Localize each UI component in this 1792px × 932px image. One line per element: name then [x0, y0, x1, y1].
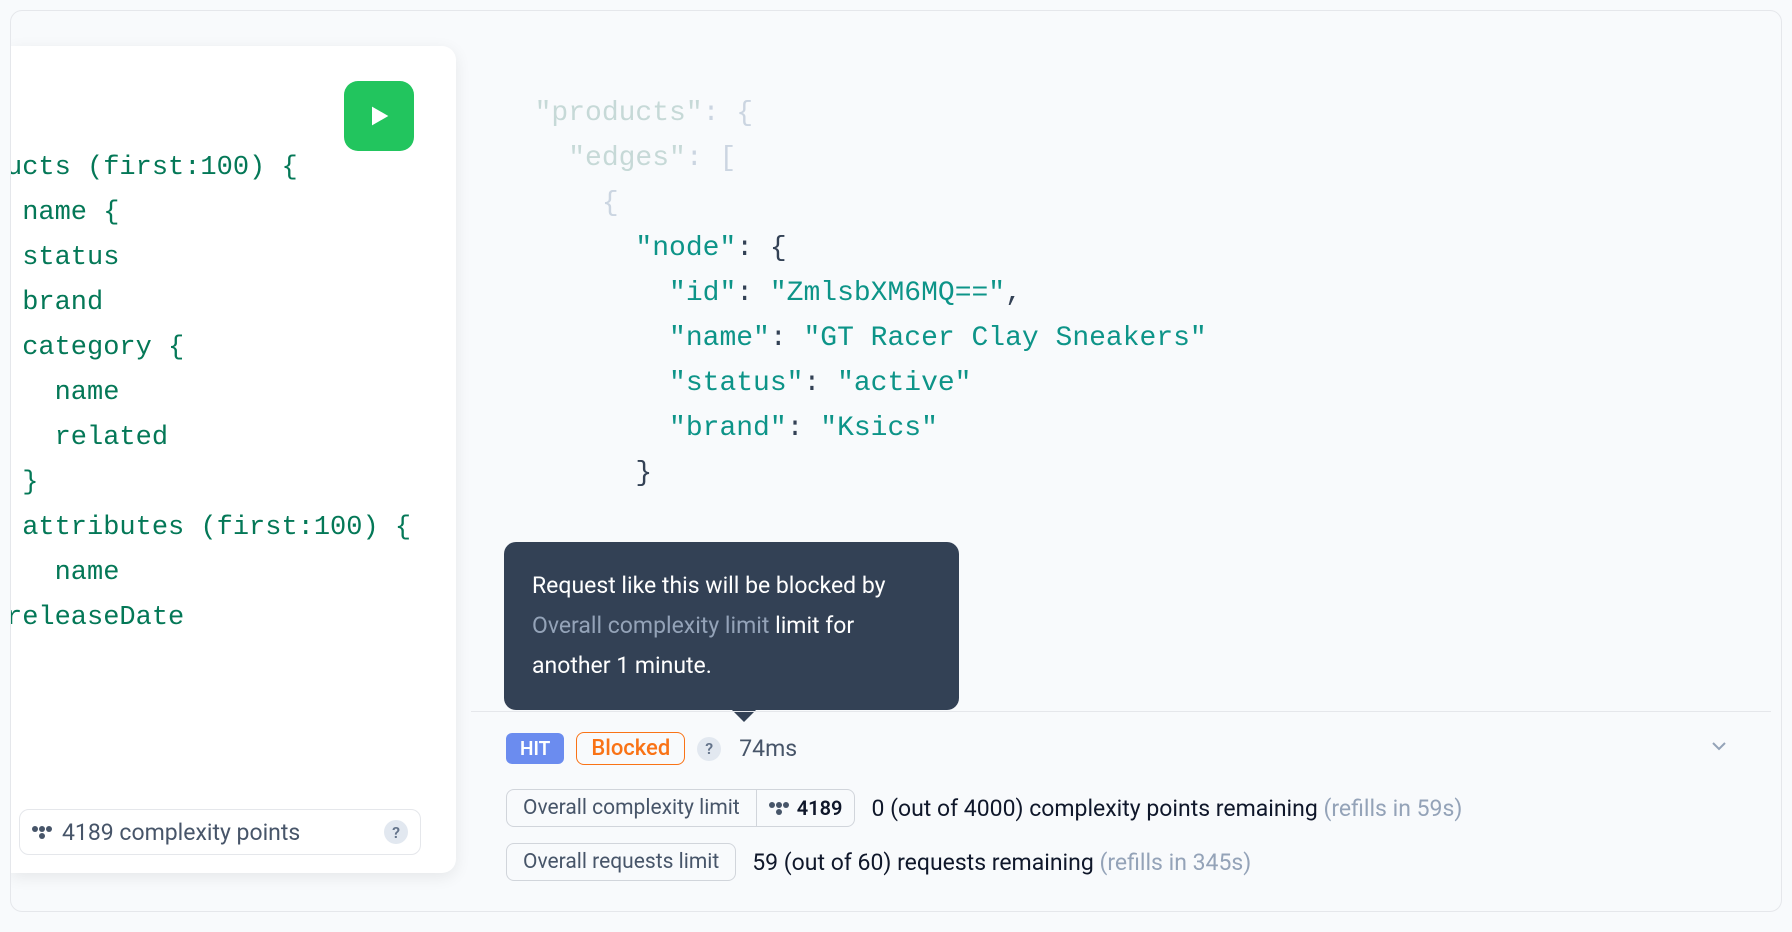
hit-badge: HIT	[506, 733, 564, 764]
play-icon	[365, 100, 393, 132]
code-line: brand	[10, 288, 103, 318]
complexity-status-text: 0 (out of 4000) complexity points remain…	[871, 795, 1462, 822]
status-section: HIT Blocked ? 74ms Overall complexity li…	[471, 711, 1771, 911]
code-line: releaseDate	[10, 603, 184, 633]
requests-limit-badge[interactable]: Overall requests limit	[506, 843, 736, 881]
requests-status-text: 59 (out of 60) requests remaining (refil…	[752, 849, 1251, 876]
response-line: "node": {	[501, 226, 1741, 271]
dots-icon	[769, 798, 789, 818]
response-line: "edges": [	[501, 136, 1741, 181]
requests-status-row: Overall requests limit 59 (out of 60) re…	[506, 843, 1731, 881]
code-line: name	[10, 558, 119, 588]
run-button[interactable]	[344, 81, 414, 151]
blocked-badge: Blocked	[576, 732, 685, 765]
code-line: ucts (first:100) {	[10, 153, 298, 183]
help-icon[interactable]: ?	[384, 820, 408, 844]
code-line: }	[10, 468, 38, 498]
complexity-footer[interactable]: 4189 complexity points ?	[19, 809, 421, 855]
timing-text: 74ms	[739, 735, 797, 762]
help-icon[interactable]: ?	[697, 737, 721, 761]
response-line: "products": {	[501, 91, 1741, 136]
code-line: name {	[10, 198, 119, 228]
complexity-limit-label: Overall complexity limit	[507, 790, 756, 826]
code-line: attributes (first:100) {	[10, 513, 411, 543]
query-editor-panel: ucts (first:100) { name { status brand c…	[11, 46, 456, 873]
query-code[interactable]: ucts (first:100) { name { status brand c…	[10, 146, 436, 641]
complexity-status-row: Overall complexity limit 4189 0 (out of …	[506, 789, 1731, 827]
blocked-tooltip: Request like this will be blocked by Ove…	[504, 542, 959, 710]
collapse-button[interactable]	[1707, 734, 1731, 758]
response-line: "status": "active"	[501, 361, 1741, 406]
response-line: "brand": "Ksics"	[501, 406, 1741, 451]
response-line: "name": "GT Racer Clay Sneakers"	[501, 316, 1741, 361]
status-badges-row: HIT Blocked ? 74ms	[506, 732, 1731, 765]
tooltip-limit-link[interactable]: Overall complexity limit	[532, 612, 769, 639]
code-line: name	[10, 378, 119, 408]
response-line: }	[501, 451, 1741, 496]
requests-limit-label: Overall requests limit	[507, 844, 735, 880]
response-line: {	[501, 181, 1741, 226]
code-line: related	[10, 423, 168, 453]
tooltip-text: Request like this will be blocked by	[532, 572, 886, 599]
chevron-down-icon	[1707, 734, 1731, 758]
code-line: status	[10, 243, 119, 273]
complexity-limit-badge[interactable]: Overall complexity limit 4189	[506, 789, 855, 827]
response-line: "id": "ZmlsbXM6MQ==",	[501, 271, 1741, 316]
complexity-points-text: 4189 complexity points	[62, 819, 374, 846]
dots-icon	[32, 822, 52, 842]
code-line: category {	[10, 333, 184, 363]
complexity-limit-value: 4189	[756, 790, 855, 826]
app-container: ucts (first:100) { name { status brand c…	[10, 10, 1782, 912]
